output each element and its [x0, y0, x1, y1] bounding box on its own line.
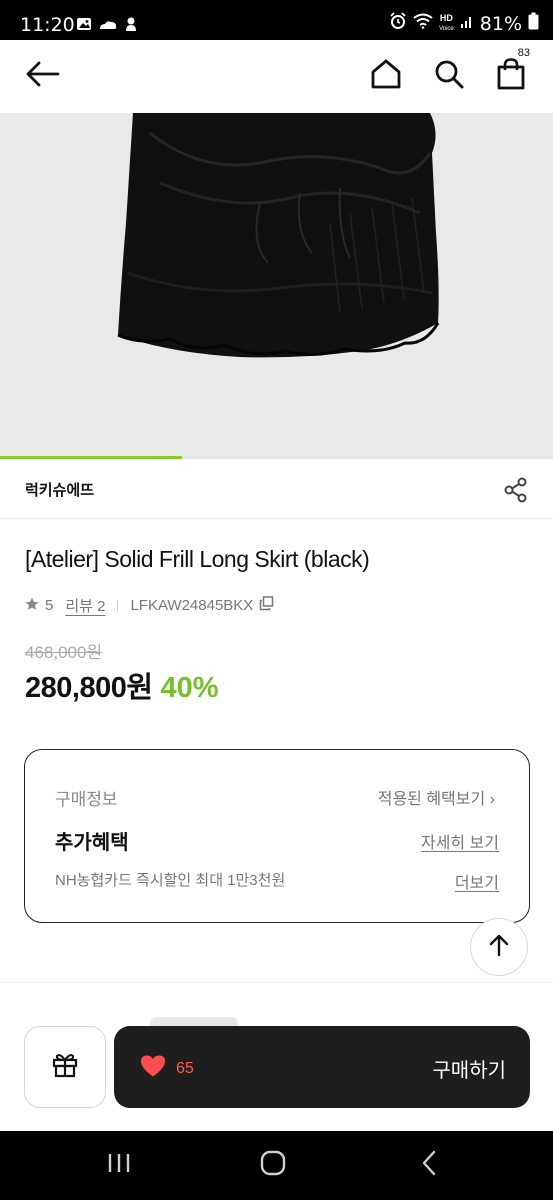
review-count-link[interactable]: 리뷰 2	[65, 595, 105, 616]
recent-apps-icon	[107, 1152, 131, 1179]
wifi-icon	[413, 13, 433, 34]
original-price: 468,000원	[25, 643, 103, 662]
status-time: 11:20	[20, 14, 75, 36]
skirt-photo	[117, 113, 440, 358]
product-title: [Atelier] Solid Frill Long Skirt (black)	[25, 546, 370, 572]
search-icon	[434, 59, 464, 94]
heart-icon	[140, 1054, 166, 1083]
home-nav-icon	[260, 1150, 286, 1181]
arrow-up-icon	[488, 933, 510, 962]
battery-icon	[528, 12, 539, 35]
system-nav-bar	[0, 1131, 553, 1200]
home-icon	[370, 59, 402, 94]
like-button[interactable]: 65	[140, 1054, 194, 1083]
share-icon	[503, 477, 529, 507]
cart-button[interactable]: 83	[486, 40, 536, 113]
brand-name[interactable]: 럭키슈에뜨	[25, 479, 94, 500]
alarm-icon	[389, 12, 407, 35]
extra-benefit-label: 추가혜택	[55, 832, 129, 854]
top-header: 83	[0, 40, 553, 113]
purchase-info-label: 구매정보	[55, 790, 118, 809]
details-link[interactable]: 자세히 보기	[421, 829, 499, 853]
sku-code: LFKAW24845BKX	[130, 597, 254, 614]
battery-percent: 81%	[479, 12, 522, 35]
cart-count-badge: 83	[517, 47, 530, 59]
status-bar: 11:20 HD Voice 81%	[0, 0, 553, 40]
like-count: 65	[176, 1059, 194, 1077]
search-button[interactable]	[424, 40, 474, 113]
chevron-left-icon	[421, 1150, 437, 1181]
buy-button[interactable]: 구매하기	[432, 1054, 506, 1083]
arrow-left-icon	[24, 60, 60, 93]
discount-rate: 40%	[160, 672, 219, 704]
scroll-top-button[interactable]	[470, 918, 528, 976]
more-link[interactable]: 더보기	[455, 869, 499, 893]
rating-value: 5	[45, 597, 54, 614]
copy-icon[interactable]	[259, 596, 274, 615]
product-image[interactable]	[0, 113, 553, 459]
shopping-bag-icon	[497, 58, 525, 95]
gift-icon	[52, 1052, 78, 1083]
sale-price: 280,800원	[25, 672, 153, 704]
home-nav-button[interactable]	[233, 1131, 313, 1200]
gallery-icon	[76, 17, 92, 36]
cloud-weather-icon	[98, 17, 118, 36]
share-button[interactable]	[503, 477, 529, 503]
recent-apps-button[interactable]	[79, 1131, 159, 1200]
brand-row: 럭키슈에뜨	[0, 459, 553, 519]
star-icon	[25, 597, 39, 615]
product-meta-row: 5 리뷰 2 LFKAW24845BKX	[25, 595, 274, 616]
network-type: HD Voice	[439, 12, 454, 34]
purchase-info-box: 구매정보 적용된 혜택보기 › 추가혜택 자세히 보기 NH농협카드 즉시할인 …	[24, 749, 530, 923]
network-sub: Voice	[439, 25, 454, 32]
gift-button[interactable]	[24, 1026, 106, 1108]
notification-app-icon	[124, 16, 138, 37]
applied-benefits-link[interactable]: 적용된 혜택보기 ›	[378, 785, 495, 809]
network-label: HD	[439, 12, 453, 23]
buy-bar: 65 구매하기	[114, 1026, 530, 1108]
home-button[interactable]	[361, 40, 411, 113]
price-row: 280,800원 40%	[25, 664, 219, 706]
meta-divider	[117, 599, 119, 612]
section-divider	[0, 982, 553, 983]
back-nav-button[interactable]	[389, 1131, 469, 1200]
card-promo-text: NH농협카드 즉시할인 최대 1만3천원	[55, 872, 286, 889]
back-button[interactable]	[17, 40, 67, 113]
signal-icon	[460, 13, 474, 34]
